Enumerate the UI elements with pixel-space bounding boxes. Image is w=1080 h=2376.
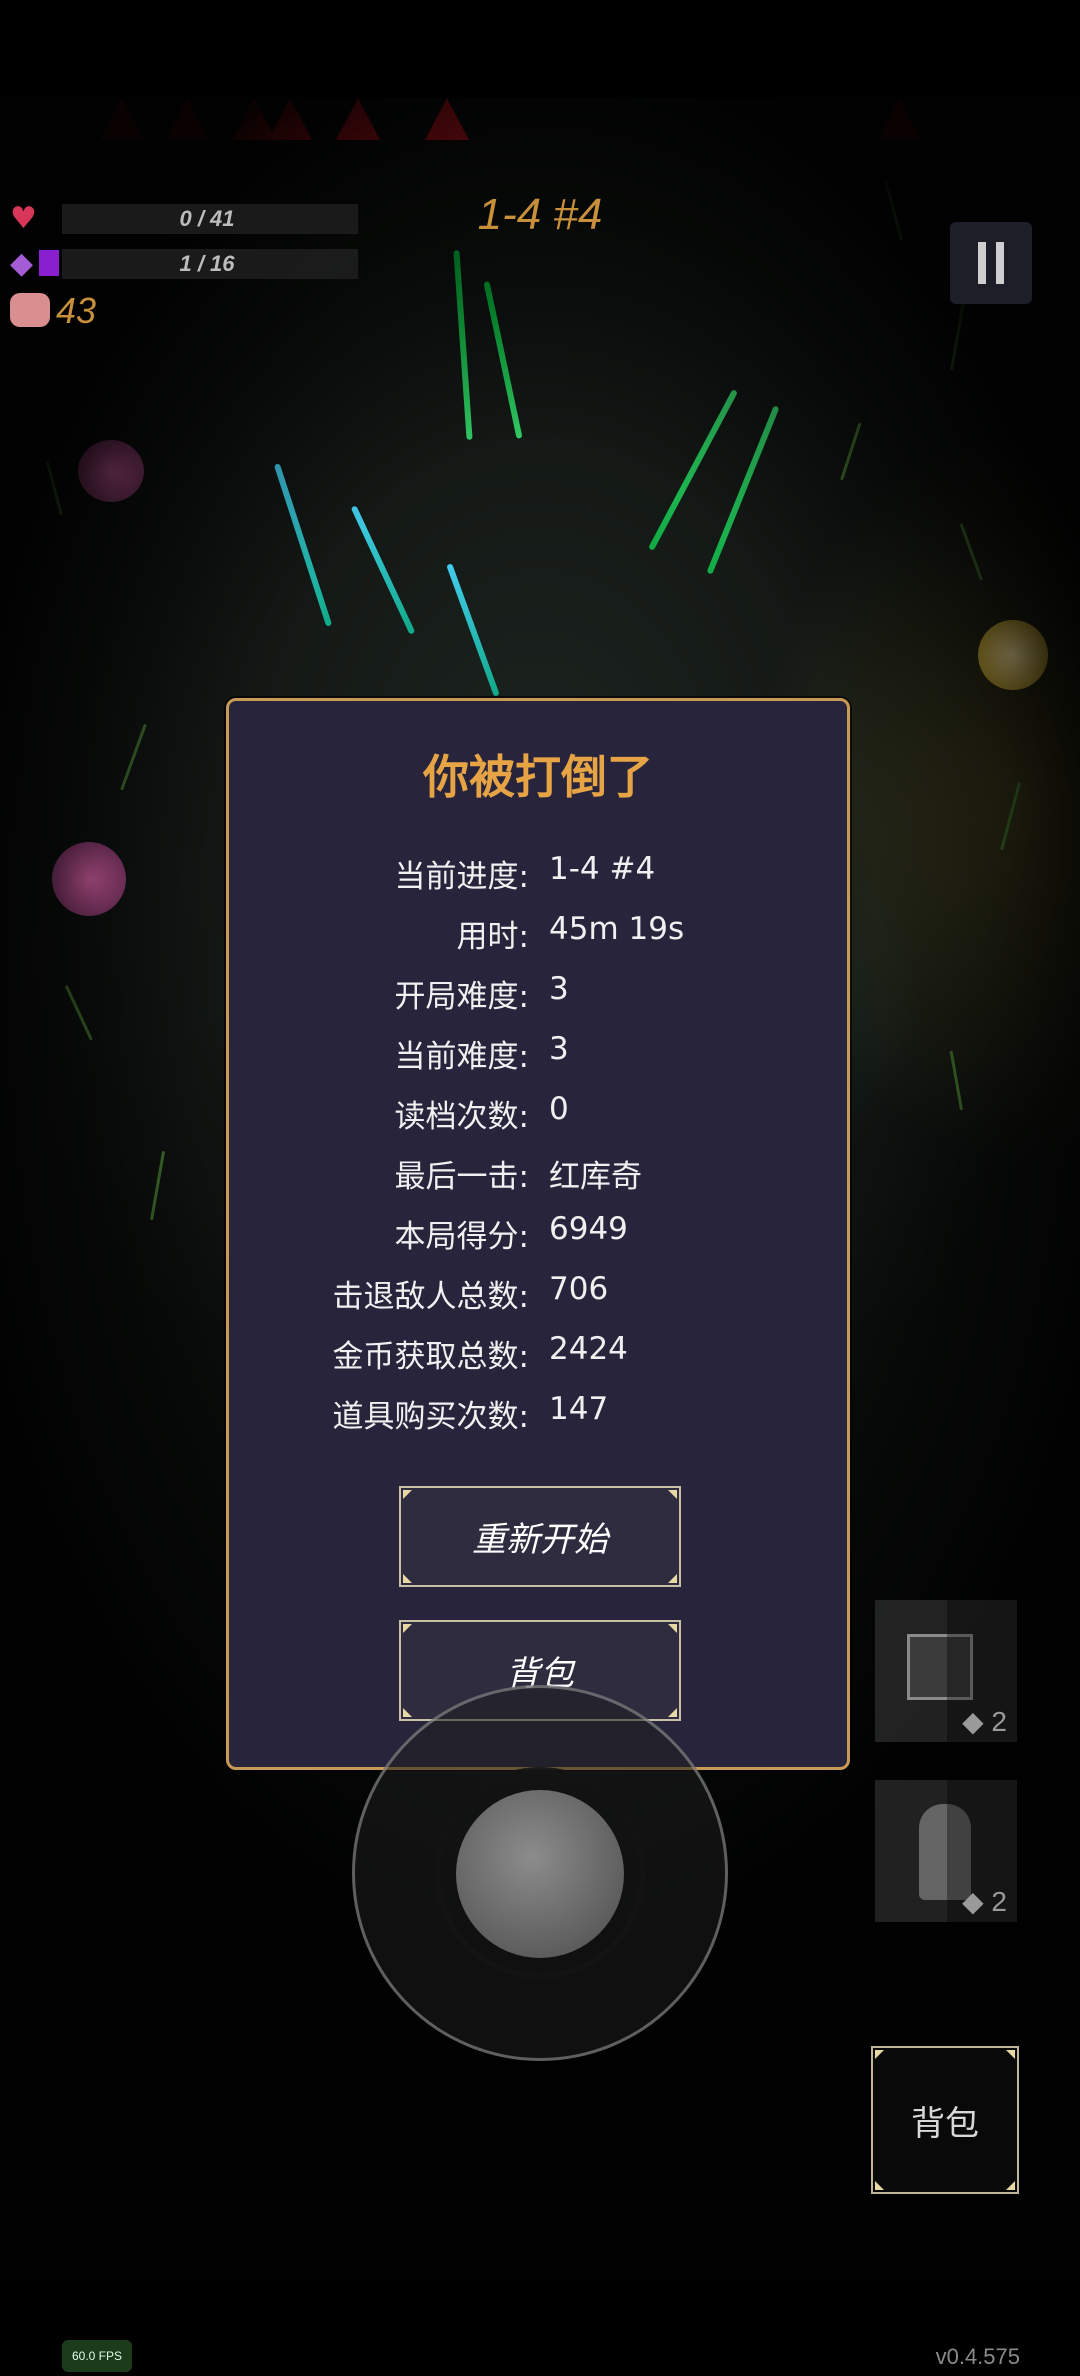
stat-row: 击退敌人总数: 706 bbox=[229, 1271, 847, 1321]
stat-row: 当前难度: 3 bbox=[229, 1031, 847, 1081]
stat-value: 2424 bbox=[549, 1331, 628, 1367]
stage-label: 1-4 #4 bbox=[477, 190, 603, 239]
pig-coin-icon bbox=[10, 293, 50, 327]
stat-value: 45m 19s bbox=[549, 911, 685, 947]
heart-icon: ♥ bbox=[10, 200, 37, 236]
stat-value: 147 bbox=[549, 1391, 609, 1427]
health-text: 0 / 41 bbox=[179, 206, 235, 231]
stat-label: 读档次数: bbox=[394, 1099, 529, 1135]
pause-icon bbox=[978, 242, 986, 284]
enemy-puffer bbox=[52, 842, 126, 916]
health-row: ♥ bbox=[10, 200, 37, 236]
stat-row: 读档次数: 0 bbox=[229, 1091, 847, 1141]
dialog-title: 你被打倒了 bbox=[423, 750, 653, 804]
game-over-dialog: 你被打倒了 当前进度: 1-4 #4 用时: 45m 19s 开局难度: 3 当… bbox=[226, 698, 850, 1770]
item-count: ◆ 2 bbox=[962, 1706, 1007, 1737]
stat-label: 道具购买次数: bbox=[332, 1399, 529, 1435]
stat-value: 0 bbox=[549, 1091, 569, 1127]
stat-row: 本局得分: 6949 bbox=[229, 1211, 847, 1261]
mana-row: ◆ bbox=[10, 245, 60, 281]
restart-button[interactable]: 重新开始 bbox=[399, 1486, 681, 1587]
stat-row: 道具购买次数: 147 bbox=[229, 1391, 847, 1441]
mana-text: 1 / 16 bbox=[179, 251, 235, 276]
item-slot-dice[interactable]: ◆ 2 bbox=[875, 1600, 1017, 1742]
stat-label: 本局得分: bbox=[394, 1219, 529, 1255]
item-count: ◆ 2 bbox=[962, 1886, 1007, 1917]
stat-value: 706 bbox=[549, 1271, 609, 1307]
mana-crystal-icon: ◆ bbox=[10, 245, 34, 281]
restart-label: 重新开始 bbox=[472, 1520, 608, 1560]
version-label: v0.4.575 bbox=[935, 2344, 1020, 2369]
light-orb bbox=[978, 620, 1048, 690]
stat-row: 开局难度: 3 bbox=[229, 971, 847, 1021]
stat-value: 1-4 #4 bbox=[549, 851, 656, 887]
stat-label: 最后一击: bbox=[394, 1159, 529, 1195]
stat-label: 当前进度: bbox=[394, 859, 529, 895]
stat-label: 用时: bbox=[456, 919, 529, 955]
bag-button[interactable]: 背包 bbox=[871, 2046, 1019, 2194]
stat-label: 金币获取总数: bbox=[332, 1339, 529, 1375]
stat-label: 当前难度: bbox=[394, 1039, 529, 1075]
stat-row: 最后一击: 红库奇 bbox=[229, 1151, 847, 1201]
stat-row: 金币获取总数: 2424 bbox=[229, 1331, 847, 1381]
stat-row: 当前进度: 1-4 #4 bbox=[229, 851, 847, 901]
stat-value: 3 bbox=[549, 971, 569, 1007]
item-slot-statue[interactable]: ◆ 2 bbox=[875, 1780, 1017, 1922]
enemy-puffer bbox=[78, 440, 144, 502]
joystick-knob[interactable] bbox=[456, 1790, 624, 1958]
bag-button-label: 背包 bbox=[911, 2103, 979, 2144]
stat-value: 红库奇 bbox=[549, 1159, 642, 1195]
stat-value: 6949 bbox=[549, 1211, 628, 1247]
coin-count: 43 bbox=[56, 290, 97, 331]
stat-label: 开局难度: bbox=[394, 979, 529, 1015]
stat-value: 3 bbox=[549, 1031, 569, 1067]
stat-label: 击退敌人总数: bbox=[332, 1279, 529, 1315]
pause-button[interactable] bbox=[950, 222, 1032, 304]
stat-row: 用时: 45m 19s bbox=[229, 911, 847, 961]
mana-gem-icon bbox=[39, 250, 60, 276]
fps-counter: 60.0 FPS bbox=[62, 2340, 132, 2372]
